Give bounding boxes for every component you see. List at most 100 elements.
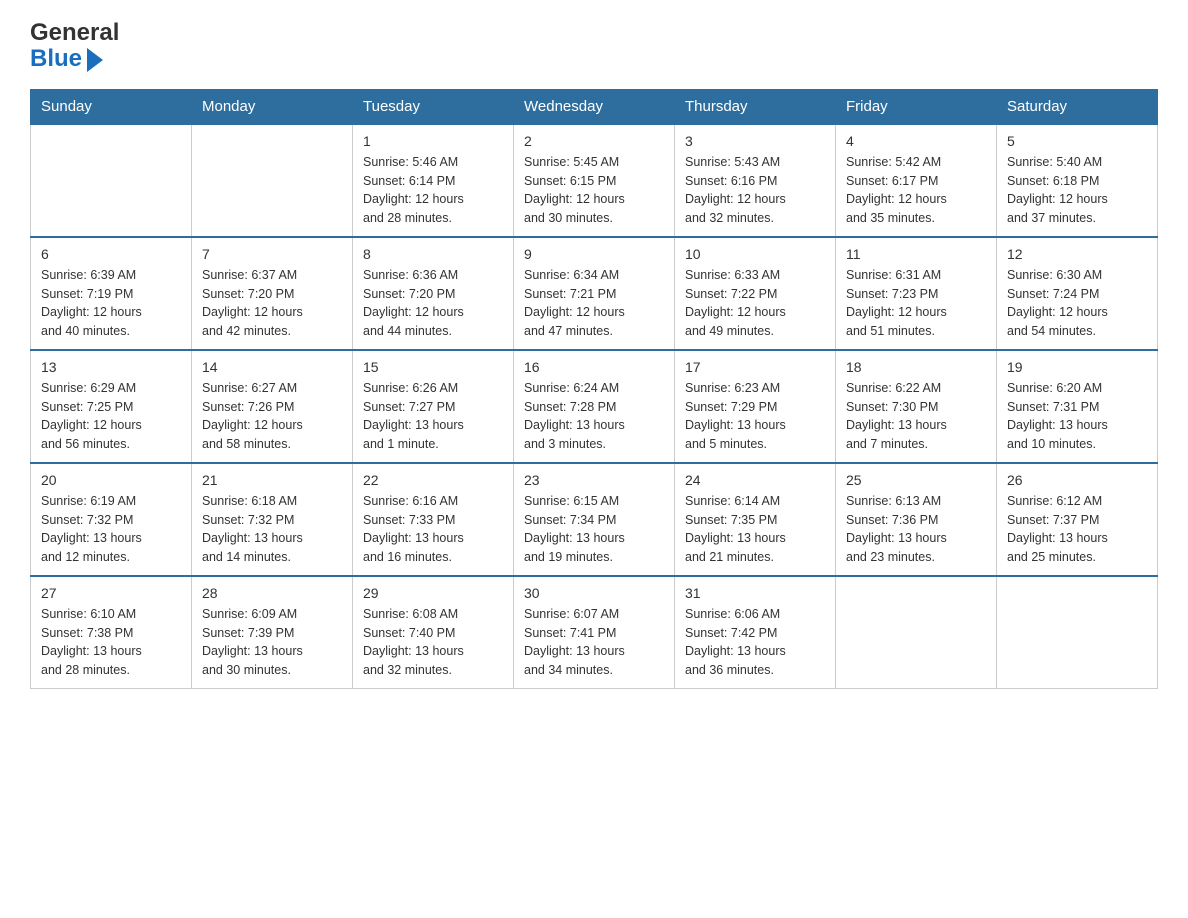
calendar-cell: 8 Sunrise: 6:36 AM Sunset: 7:20 PM Daylig… <box>353 237 514 350</box>
calendar-cell <box>192 124 353 237</box>
calendar-cell: 12 Sunrise: 6:30 AM Sunset: 7:24 PM Dayli… <box>997 237 1158 350</box>
calendar-cell: 21 Sunrise: 6:18 AM Sunset: 7:32 PM Dayli… <box>192 463 353 576</box>
calendar-cell: 31 Sunrise: 6:06 AM Sunset: 7:42 PM Dayli… <box>675 576 836 689</box>
day-number: 9 <box>524 246 664 262</box>
day-info: Sunrise: 6:07 AM Sunset: 7:41 PM Dayligh… <box>524 605 664 680</box>
day-number: 31 <box>685 585 825 601</box>
day-number: 16 <box>524 359 664 375</box>
calendar-cell: 29 Sunrise: 6:08 AM Sunset: 7:40 PM Dayli… <box>353 576 514 689</box>
calendar-cell: 13 Sunrise: 6:29 AM Sunset: 7:25 PM Dayli… <box>31 350 192 463</box>
day-info: Sunrise: 6:20 AM Sunset: 7:31 PM Dayligh… <box>1007 379 1147 454</box>
logo-blue: Blue <box>30 46 82 72</box>
calendar-cell: 24Sunrise: 6:14 AM Sunset: 7:35 PM Dayli… <box>675 463 836 576</box>
day-number: 3 <box>685 133 825 149</box>
day-number: 8 <box>363 246 503 262</box>
calendar-cell: 14Sunrise: 6:27 AM Sunset: 7:26 PM Dayli… <box>192 350 353 463</box>
day-info: Sunrise: 6:16 AM Sunset: 7:33 PM Dayligh… <box>363 492 503 567</box>
calendar-cell: 9 Sunrise: 6:34 AM Sunset: 7:21 PM Daylig… <box>514 237 675 350</box>
calendar-cell <box>997 576 1158 689</box>
day-number: 21 <box>202 472 342 488</box>
day-info: Sunrise: 6:13 AM Sunset: 7:36 PM Dayligh… <box>846 492 986 567</box>
day-info: Sunrise: 6:12 AM Sunset: 7:37 PM Dayligh… <box>1007 492 1147 567</box>
day-number: 15 <box>363 359 503 375</box>
day-info: Sunrise: 6:14 AM Sunset: 7:35 PM Dayligh… <box>685 492 825 567</box>
day-info: Sunrise: 6:29 AM Sunset: 7:25 PM Dayligh… <box>41 379 181 454</box>
calendar-cell: 11 Sunrise: 6:31 AM Sunset: 7:23 PM Dayli… <box>836 237 997 350</box>
header-saturday: Saturday <box>997 89 1158 124</box>
day-info: Sunrise: 6:26 AM Sunset: 7:27 PM Dayligh… <box>363 379 503 454</box>
calendar-cell: 18Sunrise: 6:22 AM Sunset: 7:30 PM Dayli… <box>836 350 997 463</box>
day-number: 6 <box>41 246 181 262</box>
calendar-cell: 26 Sunrise: 6:12 AM Sunset: 7:37 PM Dayli… <box>997 463 1158 576</box>
day-number: 13 <box>41 359 181 375</box>
day-number: 2 <box>524 133 664 149</box>
day-info: Sunrise: 6:30 AM Sunset: 7:24 PM Dayligh… <box>1007 266 1147 341</box>
calendar-cell: 20 Sunrise: 6:19 AM Sunset: 7:32 PM Dayli… <box>31 463 192 576</box>
calendar-cell: 25 Sunrise: 6:13 AM Sunset: 7:36 PM Dayli… <box>836 463 997 576</box>
day-number: 29 <box>363 585 503 601</box>
calendar-cell: 1Sunrise: 5:46 AM Sunset: 6:14 PM Daylig… <box>353 124 514 237</box>
calendar-cell: 7Sunrise: 6:37 AM Sunset: 7:20 PM Daylig… <box>192 237 353 350</box>
day-info: Sunrise: 6:18 AM Sunset: 7:32 PM Dayligh… <box>202 492 342 567</box>
page-header: General Blue <box>30 20 1158 73</box>
day-number: 20 <box>41 472 181 488</box>
day-info: Sunrise: 5:45 AM Sunset: 6:15 PM Dayligh… <box>524 153 664 228</box>
day-info: Sunrise: 6:31 AM Sunset: 7:23 PM Dayligh… <box>846 266 986 341</box>
header-wednesday: Wednesday <box>514 89 675 124</box>
calendar-week-2: 6 Sunrise: 6:39 AM Sunset: 7:19 PM Daylig… <box>31 237 1158 350</box>
calendar-cell: 15 Sunrise: 6:26 AM Sunset: 7:27 PM Dayli… <box>353 350 514 463</box>
calendar-cell: 23 Sunrise: 6:15 AM Sunset: 7:34 PM Dayli… <box>514 463 675 576</box>
calendar-cell: 6 Sunrise: 6:39 AM Sunset: 7:19 PM Daylig… <box>31 237 192 350</box>
calendar-cell: 10Sunrise: 6:33 AM Sunset: 7:22 PM Dayli… <box>675 237 836 350</box>
calendar-week-5: 27 Sunrise: 6:10 AM Sunset: 7:38 PM Dayli… <box>31 576 1158 689</box>
calendar-cell: 22 Sunrise: 6:16 AM Sunset: 7:33 PM Dayli… <box>353 463 514 576</box>
calendar-cell: 19 Sunrise: 6:20 AM Sunset: 7:31 PM Dayli… <box>997 350 1158 463</box>
calendar-header-row: SundayMondayTuesdayWednesdayThursdayFrid… <box>31 89 1158 124</box>
day-info: Sunrise: 5:40 AM Sunset: 6:18 PM Dayligh… <box>1007 153 1147 228</box>
day-number: 26 <box>1007 472 1147 488</box>
day-info: Sunrise: 6:39 AM Sunset: 7:19 PM Dayligh… <box>41 266 181 341</box>
day-number: 17 <box>685 359 825 375</box>
day-number: 27 <box>41 585 181 601</box>
calendar-cell: 28Sunrise: 6:09 AM Sunset: 7:39 PM Dayli… <box>192 576 353 689</box>
day-info: Sunrise: 6:10 AM Sunset: 7:38 PM Dayligh… <box>41 605 181 680</box>
day-number: 22 <box>363 472 503 488</box>
day-info: Sunrise: 6:06 AM Sunset: 7:42 PM Dayligh… <box>685 605 825 680</box>
calendar-cell: 4Sunrise: 5:42 AM Sunset: 6:17 PM Daylig… <box>836 124 997 237</box>
calendar-cell: 3 Sunrise: 5:43 AM Sunset: 6:16 PM Daylig… <box>675 124 836 237</box>
calendar-cell: 27 Sunrise: 6:10 AM Sunset: 7:38 PM Dayli… <box>31 576 192 689</box>
logo-arrow-icon <box>87 48 103 72</box>
day-number: 11 <box>846 246 986 262</box>
day-number: 23 <box>524 472 664 488</box>
day-info: Sunrise: 6:37 AM Sunset: 7:20 PM Dayligh… <box>202 266 342 341</box>
day-info: Sunrise: 6:08 AM Sunset: 7:40 PM Dayligh… <box>363 605 503 680</box>
day-number: 30 <box>524 585 664 601</box>
calendar-cell: 16 Sunrise: 6:24 AM Sunset: 7:28 PM Dayli… <box>514 350 675 463</box>
header-monday: Monday <box>192 89 353 124</box>
day-number: 12 <box>1007 246 1147 262</box>
day-info: Sunrise: 6:19 AM Sunset: 7:32 PM Dayligh… <box>41 492 181 567</box>
day-number: 25 <box>846 472 986 488</box>
day-info: Sunrise: 5:43 AM Sunset: 6:16 PM Dayligh… <box>685 153 825 228</box>
day-info: Sunrise: 6:36 AM Sunset: 7:20 PM Dayligh… <box>363 266 503 341</box>
calendar-cell: 2 Sunrise: 5:45 AM Sunset: 6:15 PM Daylig… <box>514 124 675 237</box>
day-number: 19 <box>1007 359 1147 375</box>
logo: General Blue <box>30 20 119 73</box>
day-number: 5 <box>1007 133 1147 149</box>
calendar-week-3: 13 Sunrise: 6:29 AM Sunset: 7:25 PM Dayli… <box>31 350 1158 463</box>
calendar-week-4: 20 Sunrise: 6:19 AM Sunset: 7:32 PM Dayli… <box>31 463 1158 576</box>
day-info: Sunrise: 6:34 AM Sunset: 7:21 PM Dayligh… <box>524 266 664 341</box>
day-number: 28 <box>202 585 342 601</box>
header-friday: Friday <box>836 89 997 124</box>
header-sunday: Sunday <box>31 89 192 124</box>
day-info: Sunrise: 6:33 AM Sunset: 7:22 PM Dayligh… <box>685 266 825 341</box>
day-info: Sunrise: 6:24 AM Sunset: 7:28 PM Dayligh… <box>524 379 664 454</box>
calendar-cell <box>31 124 192 237</box>
header-thursday: Thursday <box>675 89 836 124</box>
day-number: 4 <box>846 133 986 149</box>
header-tuesday: Tuesday <box>353 89 514 124</box>
calendar-cell: 30 Sunrise: 6:07 AM Sunset: 7:41 PM Dayli… <box>514 576 675 689</box>
calendar-table: SundayMondayTuesdayWednesdayThursdayFrid… <box>30 89 1158 689</box>
calendar-cell: 17Sunrise: 6:23 AM Sunset: 7:29 PM Dayli… <box>675 350 836 463</box>
day-info: Sunrise: 6:15 AM Sunset: 7:34 PM Dayligh… <box>524 492 664 567</box>
